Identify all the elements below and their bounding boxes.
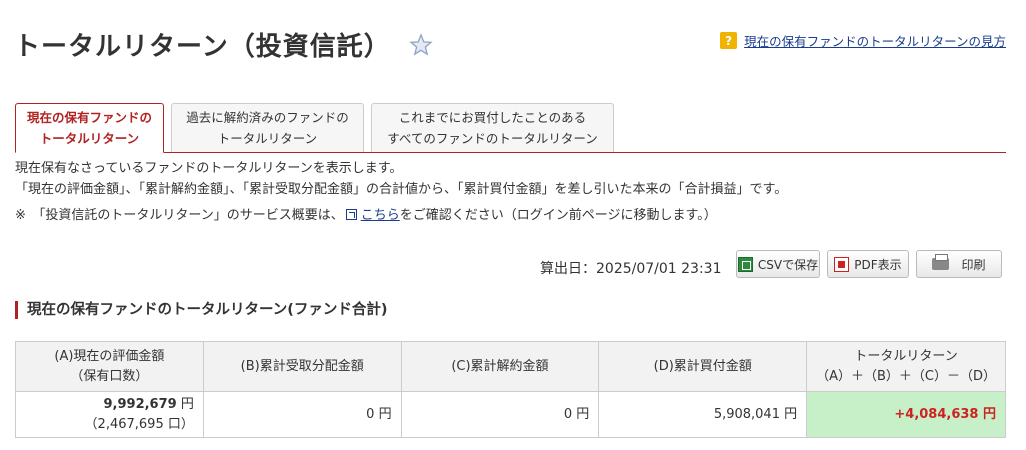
help-link[interactable]: ? 現在の保有ファンドのトータルリターンの見方 (720, 31, 1006, 50)
pdf-icon (834, 256, 850, 272)
printer-icon (932, 254, 950, 270)
cell-current-valuation: 9,992,679 円 （2,467,695 口） (15, 391, 204, 438)
tab-label-line1: 過去に解約済みのファンドの (186, 110, 349, 125)
total-return-table: (A)現在の評価金額 （保有口数） (B)累計受取分配金額 (C)累計解約金額 … (15, 341, 1006, 438)
description-line2: 「現在の評価金額」、「累計解約金額」、「累計受取分配金額」の合計値から、「累計買… (15, 182, 788, 197)
description-note: ※ 「投資信託のトータルリターン」のサービス概要は、 こちらをご確認ください（ログ… (15, 205, 787, 226)
tab-label-line2: トータルリターン (217, 131, 318, 146)
tab-all-purchased-funds[interactable]: これまでにお買付したことのある すべてのファンドのトータルリターン (371, 103, 614, 152)
print-label: 印刷 (961, 257, 986, 272)
holding-units: （2,467,695 口） (84, 416, 194, 432)
section-title: 現在の保有ファンドのトータルリターン(ファンド合計) (15, 301, 388, 319)
cell-cumulative-distributions: 0 円 (202, 391, 402, 438)
tab-redeemed-funds[interactable]: 過去に解約済みのファンドの トータルリターン (171, 103, 364, 152)
header-a-line1: (A)現在の評価金額 (54, 348, 165, 364)
page-title: トータルリターン（投資信託） (14, 26, 433, 63)
note-suffix: をご確認ください（ログイン前ページに移動します。） (399, 208, 717, 223)
header-cumulative-redemptions: (C)累計解約金額 (400, 341, 600, 392)
tab-label-line2: すべてのファンドのトータルリターン (387, 131, 598, 146)
description-line1: 現在保有なさっているファンドのトータルリターンを表示します。 (15, 161, 403, 176)
cell-cumulative-redemptions: 0 円 (400, 391, 600, 438)
print-button[interactable]: 印刷 (916, 250, 1002, 278)
header-total-return: トータルリターン （A）＋（B）＋（C）－（D） (806, 341, 1006, 392)
star-favorite-icon[interactable] (409, 32, 433, 57)
external-link-icon (345, 209, 357, 220)
header-cumulative-distributions: (B)累計受取分配金額 (202, 341, 402, 392)
tab-label-line1: 現在の保有ファンドの (26, 110, 152, 125)
header-a-line2: （保有口数） (70, 368, 149, 384)
pdf-label: PDF表示 (854, 257, 902, 272)
table-row: 9,992,679 円 （2,467,695 口） 0 円 0 円 5,908,… (15, 391, 1006, 438)
help-link-text[interactable]: 現在の保有ファンドのトータルリターンの見方 (744, 31, 1006, 50)
pdf-view-button[interactable]: PDF表示 (827, 250, 909, 278)
csv-icon (737, 256, 753, 272)
page-title-text: トータルリターン（投資信託） (14, 32, 391, 62)
calculation-date: 算出日：2025/07/01 23:31 (540, 261, 722, 277)
cell-total-return: +4,084,638 円 (806, 391, 1006, 438)
csv-label: CSVで保存 (757, 257, 819, 272)
question-icon: ? (720, 32, 738, 49)
service-overview-link[interactable]: こちら (361, 208, 400, 223)
tab-label-line1: これまでにお買付したことのある (398, 110, 587, 125)
note-prefix: ※ 「投資信託のトータルリターン」のサービス概要は、 (15, 208, 344, 223)
description: 現在保有なさっているファンドのトータルリターンを表示します。 「現在の評価金額」… (15, 158, 787, 226)
cell-cumulative-purchases: 5,908,041 円 (598, 391, 808, 438)
header-total-line2: （A）＋（B）＋（C）－（D） (816, 368, 996, 384)
tab-label-line2: トータルリターン (39, 131, 140, 146)
valuation-value: 9,992,679 (103, 396, 177, 412)
csv-save-button[interactable]: CSVで保存 (736, 250, 820, 278)
header-total-line1: トータルリターン (854, 348, 958, 364)
tab-current-holdings[interactable]: 現在の保有ファンドの トータルリターン (15, 103, 164, 153)
header-current-valuation: (A)現在の評価金額 （保有口数） (15, 341, 204, 392)
valuation-amount: 9,992,679 円 (16, 395, 194, 415)
valuation-unit: 円 (176, 396, 194, 412)
table-header-row: (A)現在の評価金額 （保有口数） (B)累計受取分配金額 (C)累計解約金額 … (15, 341, 1006, 392)
tab-bar: 現在の保有ファンドの トータルリターン 過去に解約済みのファンドの トータルリタ… (15, 103, 621, 153)
header-cumulative-purchases: (D)累計買付金額 (598, 341, 808, 392)
